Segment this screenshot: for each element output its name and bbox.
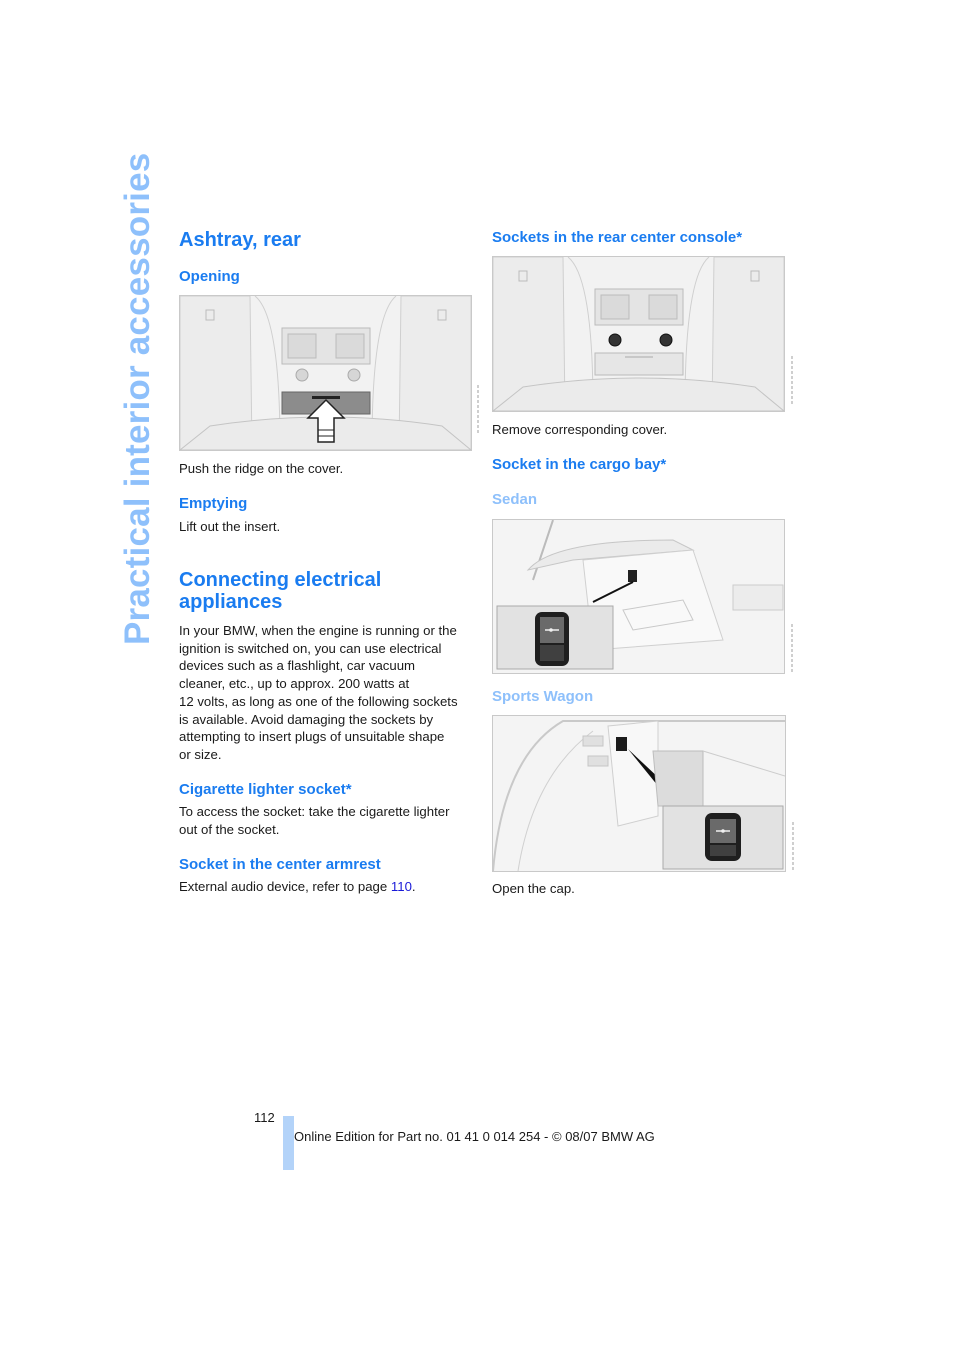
chapter-side-title: Practical interior accessories (118, 152, 157, 645)
center-armrest-heading: Socket in the center armrest (179, 856, 381, 873)
image-code-mark (474, 385, 482, 435)
heading-line: Connecting electrical (179, 569, 382, 591)
emptying-heading: Emptying (179, 495, 248, 512)
text-line: or size. (179, 746, 222, 762)
cigarette-lighter-heading: Cigarette lighter socket* (179, 781, 352, 798)
cigarette-lighter-text: To access the socket: take the cigarette… (179, 803, 449, 838)
connecting-appliances-heading: Connecting electrical appliances (179, 569, 381, 613)
text-line: To access the socket: take the cigarette… (179, 804, 450, 819)
sports-wagon-heading: Sports Wagon (492, 688, 594, 705)
text-line: is available. Avoid damaging the sockets… (179, 711, 434, 727)
edition-footer: Online Edition for Part no. 01 41 0 014 … (294, 1129, 655, 1144)
ashtray-opening-figure (179, 295, 472, 451)
connecting-body-text: In your BMW, when the engine is running … (179, 622, 458, 764)
sedan-cargo-figure (492, 519, 785, 674)
text-line: attempting to insert plugs of unsuitable… (179, 729, 445, 745)
text-line: out of the socket. (179, 821, 280, 837)
image-code-mark (788, 624, 796, 674)
image-code-mark (788, 356, 796, 406)
armrest-text: External audio device, refer to page (179, 879, 391, 894)
center-armrest-text: External audio device, refer to page 110… (179, 878, 416, 896)
opening-caption: Push the ridge on the cover. (179, 461, 344, 476)
heading-line: appliances (179, 591, 283, 613)
text-line: ignition is switched on, you can use ele… (179, 640, 442, 656)
rear-console-sockets-heading: Sockets in the rear center console* (492, 229, 743, 246)
armrest-text-end: . (411, 879, 416, 894)
text-line: In your BMW, when the engine is running … (179, 623, 457, 638)
ashtray-rear-heading: Ashtray, rear (179, 229, 301, 251)
text-line: devices such as a flashlight, car vacuum (179, 658, 416, 674)
text-line: cleaner, etc., up to approx. 200 watts a… (179, 676, 410, 692)
image-code-mark (789, 822, 797, 872)
rear-console-figure (492, 256, 785, 412)
console-caption: Remove corresponding cover. (492, 422, 668, 437)
text-line: 12 volts, as long as one of the followin… (179, 693, 458, 709)
page-110-link[interactable]: 110 (391, 879, 412, 894)
footer-accent-bar (283, 1116, 294, 1170)
page-number: 112 (254, 1110, 275, 1125)
emptying-text: Lift out the insert. (179, 519, 281, 534)
cargo-bay-socket-heading: Socket in the cargo bay* (492, 456, 667, 473)
opening-heading: Opening (179, 268, 240, 285)
sports-wagon-cargo-figure (492, 715, 786, 872)
sedan-heading: Sedan (492, 491, 538, 508)
cargo-caption: Open the cap. (492, 881, 575, 896)
